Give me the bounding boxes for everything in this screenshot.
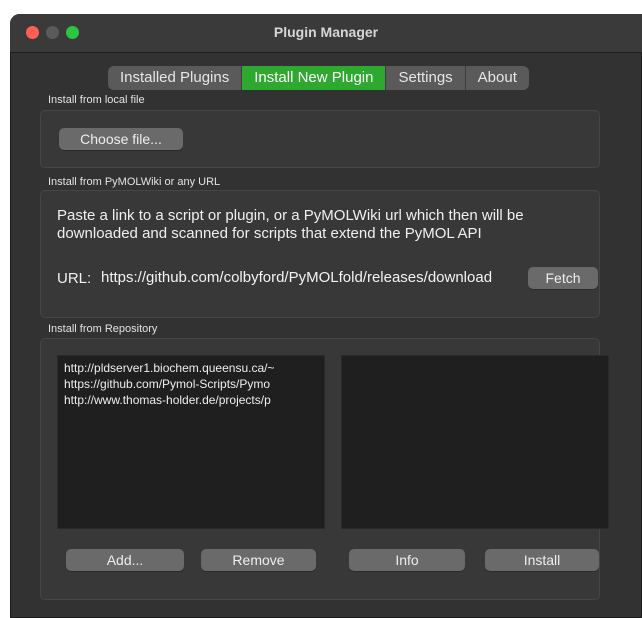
add-repository-button[interactable]: Add... [66,549,184,571]
repository-list-item[interactable]: http://www.thomas-holder.de/projects/p [58,392,324,408]
title-bar[interactable]: Plugin Manager [10,14,642,53]
fetch-button[interactable]: Fetch [528,267,598,289]
install-button[interactable]: Install [485,549,599,571]
choose-file-button[interactable]: Choose file... [59,128,183,150]
tab-install-new-plugin[interactable]: Install New Plugin [242,66,387,90]
local-file-group: Choose file... [40,110,600,168]
tab-settings[interactable]: Settings [386,66,466,90]
repository-list[interactable]: http://pldserver1.biochem.queensu.ca/~ h… [57,355,325,529]
url-description: Paste a link to a script or plugin, or a… [57,207,524,242]
url-input[interactable]: https://github.com/colbyford/PyMOLfold/r… [101,265,521,291]
url-label: URL: [57,270,92,287]
local-file-section-label: Install from local file [48,94,145,106]
repository-group: http://pldserver1.biochem.queensu.ca/~ h… [40,338,609,600]
tab-installed-plugins[interactable]: Installed Plugins [108,66,243,90]
plugin-list[interactable] [341,355,609,529]
tab-bar: Installed Plugins Install New Plugin Set… [108,66,529,90]
repository-list-item[interactable]: https://github.com/Pymol-Scripts/Pymo [58,376,324,392]
plugin-manager-window: Plugin Manager Installed Plugins Install… [10,14,642,618]
tab-about[interactable]: About [466,66,529,90]
repository-list-item[interactable]: http://pldserver1.biochem.queensu.ca/~ [58,360,324,376]
remove-repository-button[interactable]: Remove [201,549,316,571]
repository-section-label: Install from Repository [48,323,158,335]
url-group: Paste a link to a script or plugin, or a… [40,190,600,318]
info-button[interactable]: Info [349,549,465,571]
url-section-label: Install from PyMOLWiki or any URL [48,176,221,188]
window-title: Plugin Manager [273,24,379,40]
